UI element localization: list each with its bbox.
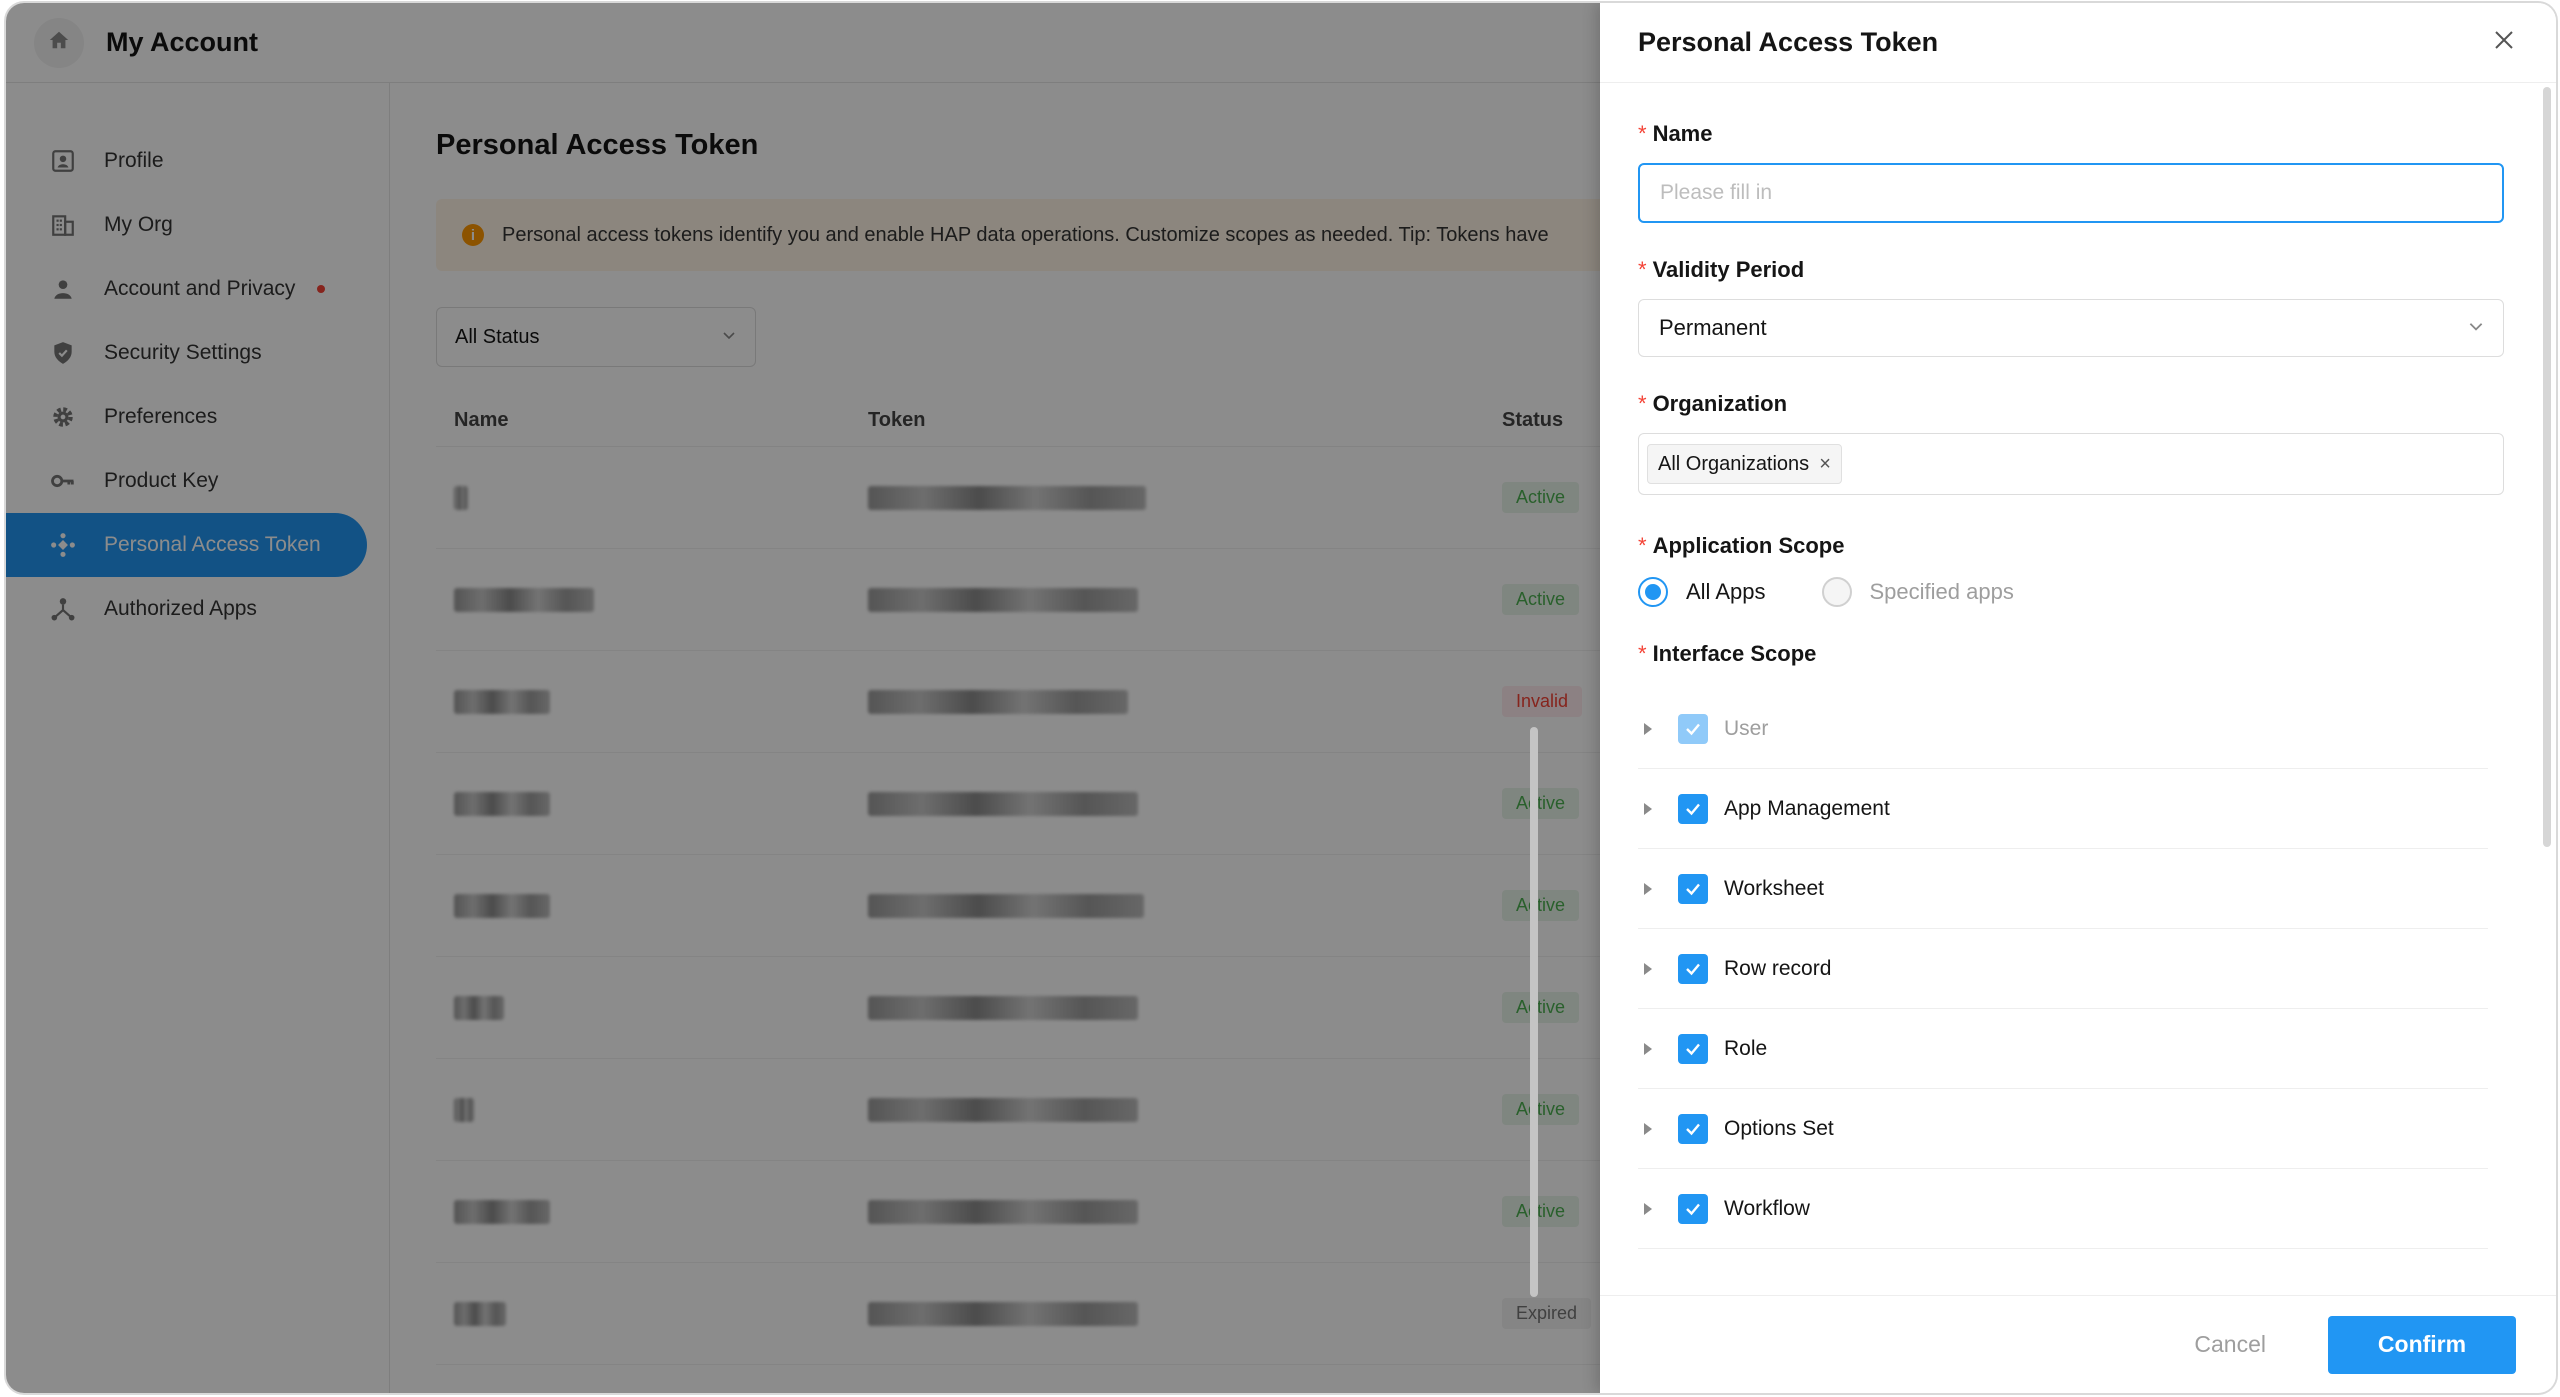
validity-label: * Validity Period [1638, 257, 2508, 283]
required-mark: * [1638, 391, 1647, 416]
required-mark: * [1638, 121, 1647, 146]
scope-row: App Management [1638, 769, 2488, 849]
validity-label-text: Validity Period [1652, 257, 1805, 282]
expand-arrow-icon[interactable] [1642, 721, 1662, 737]
scope-checkbox[interactable] [1678, 873, 1708, 904]
organization-label: * Organization [1638, 391, 2508, 417]
radio-all-apps[interactable]: All Apps [1638, 577, 1766, 607]
scope-checkbox[interactable] [1678, 953, 1708, 984]
app-scope-label: * Application Scope [1638, 533, 2508, 559]
close-button[interactable] [2486, 25, 2522, 61]
validity-value: Permanent [1659, 315, 1767, 340]
chevron-down-icon [2467, 315, 2485, 341]
organization-select[interactable]: All Organizations × [1638, 433, 2504, 495]
cancel-button[interactable]: Cancel [2194, 1331, 2266, 1358]
radio-label: Specified apps [1869, 579, 2014, 604]
name-label-text: Name [1652, 121, 1713, 146]
scope-label: App Management [1724, 796, 1890, 820]
interface-scope-list: User App Management Worksheet Row record Rol… [1638, 689, 2488, 1249]
scope-label: Options Set [1724, 1116, 1834, 1140]
expand-arrow-icon[interactable] [1642, 961, 1662, 977]
radio-button[interactable] [1821, 577, 1852, 607]
scope-checkbox[interactable] [1678, 713, 1708, 744]
scope-label: User [1724, 716, 1769, 740]
validity-select[interactable]: Permanent [1638, 299, 2504, 357]
expand-arrow-icon[interactable] [1642, 1121, 1662, 1137]
expand-arrow-icon[interactable] [1642, 801, 1662, 817]
scope-label: Role [1724, 1036, 1768, 1060]
drawer-body: * Name Please fill in * Validity Period … [1638, 83, 2508, 1295]
expand-arrow-icon[interactable] [1642, 1201, 1662, 1217]
scope-row: Worksheet [1638, 849, 2488, 929]
scope-checkbox[interactable] [1678, 1113, 1708, 1144]
expand-arrow-icon[interactable] [1642, 1041, 1662, 1057]
organization-label-text: Organization [1652, 391, 1788, 416]
organization-tag: All Organizations × [1647, 444, 1842, 484]
scope-row: Role [1638, 1009, 2488, 1089]
organization-tag-label: All Organizations [1658, 452, 1810, 475]
drawer-title: Personal Access Token [1638, 27, 1939, 57]
name-label: * Name [1638, 121, 2508, 147]
radio-specified-apps[interactable]: Specified apps [1821, 577, 2014, 607]
scope-checkbox[interactable] [1678, 1033, 1708, 1064]
scope-label: Row record [1724, 956, 1832, 980]
name-placeholder: Please fill in [1660, 181, 1773, 204]
close-icon [2493, 29, 2515, 56]
app-window: My Account Profile My Org Account and Pr… [6, 3, 2556, 1393]
remove-tag-icon[interactable]: × [1819, 453, 1831, 476]
radio-label: All Apps [1686, 579, 1766, 604]
app-scope-radio-group: All Apps Specified apps [1638, 577, 2508, 607]
scope-list-scrollbar[interactable] [1530, 727, 1538, 1297]
app-scope-label-text: Application Scope [1652, 533, 1845, 558]
scope-row: User [1638, 689, 2488, 769]
scope-checkbox[interactable] [1678, 793, 1708, 824]
scope-row: Workflow [1638, 1169, 2488, 1249]
scope-row: Options Set [1638, 1089, 2488, 1169]
scope-checkbox[interactable] [1678, 1193, 1708, 1224]
interface-scope-label: * Interface Scope [1638, 641, 2508, 667]
modal-overlay[interactable] [6, 3, 1600, 1393]
drawer-header: Personal Access Token [1600, 3, 2556, 83]
required-mark: * [1638, 257, 1647, 282]
required-mark: * [1638, 641, 1647, 666]
drawer-scrollbar[interactable] [2543, 87, 2551, 847]
scope-label: Worksheet [1724, 876, 1824, 900]
interface-scope-label-text: Interface Scope [1652, 641, 1817, 666]
scope-label: Workflow [1724, 1196, 1810, 1220]
name-input[interactable]: Please fill in [1638, 163, 2504, 223]
required-mark: * [1638, 533, 1647, 558]
expand-arrow-icon[interactable] [1642, 881, 1662, 897]
radio-button[interactable] [1638, 577, 1668, 607]
drawer-footer: Cancel Confirm [1600, 1295, 2556, 1393]
scope-row: Row record [1638, 929, 2488, 1009]
confirm-button[interactable]: Confirm [2328, 1315, 2516, 1374]
token-drawer: Personal Access Token * Name Please fill… [1600, 3, 2556, 1393]
